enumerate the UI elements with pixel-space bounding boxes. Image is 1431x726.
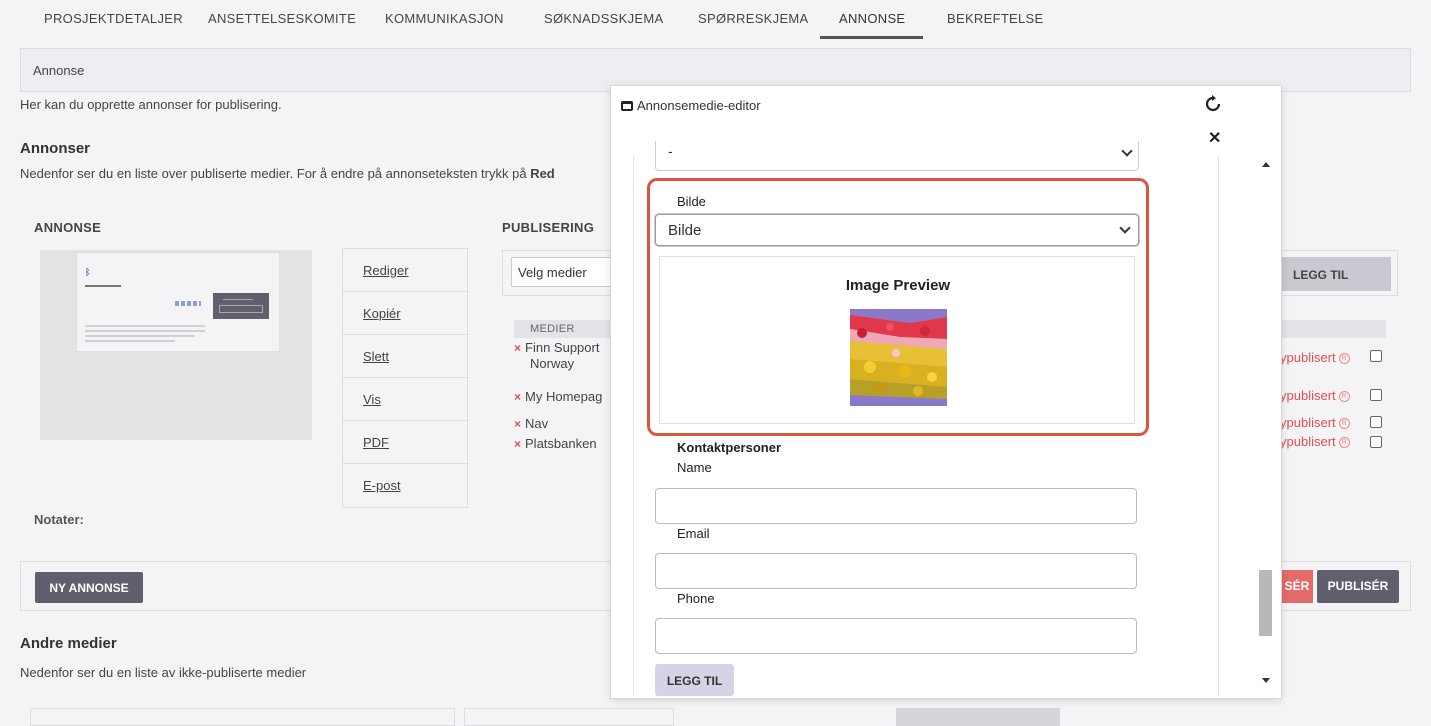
ad-preview-document: ᛒ <box>76 252 280 352</box>
name-label: Name <box>677 460 712 475</box>
unpublish-button[interactable]: SÉR <box>1281 570 1313 603</box>
publisering-column-label: PUBLISERING <box>502 220 595 235</box>
phone-label: Phone <box>677 591 715 606</box>
ads-heading: Annonser <box>20 140 91 157</box>
image-select[interactable]: Bilde <box>655 214 1139 246</box>
add-contact-button[interactable]: LEGG TIL <box>655 664 734 696</box>
publish-button[interactable]: PUBLISÉR <box>1317 570 1399 603</box>
tab-prosjektdetaljer[interactable]: PROSJEKTDETALJER <box>44 11 183 26</box>
publish-status: ypublisert R <box>1280 388 1350 403</box>
tab-bekreftelse[interactable]: BEKREFTELSE <box>947 11 1044 26</box>
remove-icon[interactable]: × <box>514 437 521 451</box>
image-preview-title: Image Preview <box>845 277 951 294</box>
contacts-heading: Kontaktpersoner <box>677 440 782 455</box>
modal-title: Annonsemedie-editor <box>621 98 761 113</box>
image-preview-box: Image Preview <box>659 256 1135 424</box>
other-media-description: Nedenfor ser du en liste av ikke-publise… <box>20 665 307 680</box>
logo-icon: ᛒ <box>85 267 91 277</box>
media-checkbox[interactable] <box>1370 436 1382 448</box>
copy-ad-link[interactable]: Kopiér <box>343 292 467 335</box>
tab-soknadsskjema[interactable]: SØKNADSSKJEMA <box>544 11 663 26</box>
window-icon <box>621 101 633 111</box>
media-item-platsbanken: × Platsbanken <box>514 436 597 451</box>
email-ad-link[interactable]: E-post <box>343 464 467 507</box>
ad-actions-list: Rediger Kopiér Slett Vis PDF E-post <box>342 248 468 508</box>
phone-input[interactable] <box>655 618 1137 654</box>
image-label: Bilde <box>677 194 706 209</box>
annonse-column-label: ANNONSE <box>34 220 102 235</box>
preview-apply-box <box>213 293 269 319</box>
remove-icon[interactable]: × <box>514 390 521 404</box>
ads-description: Nedenfor ser du en liste over publiserte… <box>20 166 555 181</box>
publish-status: ypublisert R <box>1280 415 1350 430</box>
chevron-down-icon <box>1121 145 1133 157</box>
pdf-ad-link[interactable]: PDF <box>343 421 467 464</box>
publish-status: ypublisert R <box>1280 350 1350 365</box>
top-select[interactable]: - <box>655 141 1139 171</box>
chevron-down-icon <box>1119 222 1131 234</box>
email-input[interactable] <box>655 553 1137 589</box>
add-media-button[interactable]: LEGG TIL <box>1277 257 1391 291</box>
edit-ad-link[interactable]: Rediger <box>343 249 467 292</box>
tab-bar: PROSJEKTDETALJER ANSETTELSESKOMITE KOMMU… <box>0 0 1431 40</box>
scroll-up-icon[interactable] <box>1262 162 1270 167</box>
media-item-nav: × Nav <box>514 416 549 431</box>
active-tab-indicator <box>820 36 923 39</box>
media-select[interactable]: Velg medier <box>511 257 621 287</box>
new-ad-button[interactable]: NY ANNONSE <box>35 572 143 603</box>
ad-media-editor-modal: Annonsemedie-editor ✕ - Bilde Bilde Imag… <box>610 85 1282 699</box>
media-checkbox[interactable] <box>1370 350 1382 362</box>
email-label: Email <box>677 526 710 541</box>
other-media-field-2[interactable] <box>464 708 674 726</box>
other-media-button[interactable] <box>896 708 1060 726</box>
other-media-heading: Andre medier <box>20 635 117 652</box>
info-icon: R <box>1338 391 1350 403</box>
info-icon: R <box>1338 437 1350 449</box>
close-icon[interactable]: ✕ <box>1208 128 1221 148</box>
dots-icon <box>175 301 201 306</box>
ad-thumbnail[interactable]: ᛒ <box>40 250 312 440</box>
media-checkbox[interactable] <box>1370 389 1382 401</box>
scroll-thumb[interactable] <box>1259 570 1272 636</box>
remove-icon[interactable]: × <box>514 341 521 355</box>
reload-icon[interactable] <box>1204 95 1222 113</box>
info-icon: R <box>1338 353 1350 365</box>
tab-ansettelseskomite[interactable]: ANSETTELSESKOMITE <box>208 11 356 26</box>
view-ad-link[interactable]: Vis <box>343 378 467 421</box>
section-description: Her kan du opprette annonser for publise… <box>20 97 282 112</box>
media-item-homepage: × My Homepag <box>514 389 603 404</box>
modal-scrollbar[interactable] <box>1254 156 1280 696</box>
section-title: Annonse <box>33 63 85 78</box>
tab-sporreskjema[interactable]: SPØRRESKJEMA <box>698 11 809 26</box>
publish-status: ypublisert R <box>1280 434 1350 449</box>
media-checkbox[interactable] <box>1370 416 1382 428</box>
scroll-down-icon[interactable] <box>1262 678 1270 683</box>
notes-label: Notater: <box>34 512 84 527</box>
flower-field-image <box>850 309 947 406</box>
remove-icon[interactable]: × <box>514 417 521 431</box>
other-media-field[interactable] <box>30 708 455 726</box>
delete-ad-link[interactable]: Slett <box>343 335 467 378</box>
tab-kommunikasjon[interactable]: KOMMUNIKASJON <box>385 11 504 26</box>
name-input[interactable] <box>655 488 1137 524</box>
media-item-finn: × Finn Support Norway <box>514 340 600 371</box>
tab-annonse[interactable]: ANNONSE <box>839 11 905 26</box>
info-icon: R <box>1338 418 1350 430</box>
